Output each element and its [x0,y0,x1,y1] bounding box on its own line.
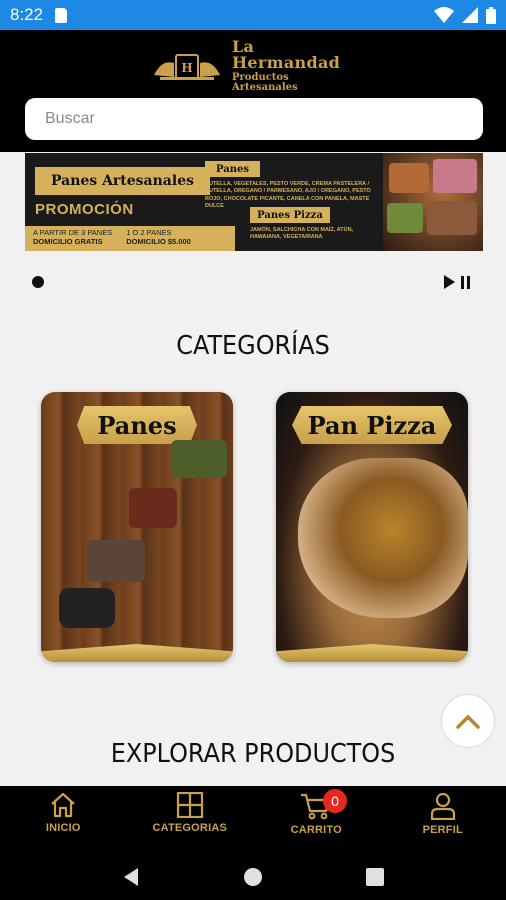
brand-title: La Hermandad [232,37,341,72]
brand-logo[interactable]: H La Hermandad Productos Artesanales [152,39,357,93]
banner-pizza-label: Panes Pizza [250,207,330,223]
pizza-photo [298,458,468,618]
carousel-controls [444,275,470,289]
banner-offers: A PARTIR DE 3 PANES DOMICILIO GRATIS 1 O… [25,226,235,251]
nav-label: CATEGORIAS [152,822,228,834]
status-bar: 8:22 [0,0,506,30]
bread-photo [129,488,177,528]
bread-photo [171,440,227,478]
cart-badge: 0 [323,789,347,813]
carousel-dot-active[interactable] [32,276,44,288]
chevron-up-icon [456,714,480,729]
nav-carrito[interactable]: 0 CARRITO [253,786,380,854]
wifi-icon [434,7,454,23]
category-card-panes[interactable]: Panes [41,392,233,662]
bottom-navigation: INICIO CATEGORIAS 0 CARRITO PERFIL [0,786,506,854]
system-navigation [0,854,506,900]
home-button-icon[interactable] [243,867,263,887]
nav-label: PERFIL [422,824,463,836]
bread-photo [59,588,115,628]
explore-title: EXPLORAR PRODUCTOS [110,739,396,769]
category-label: Panes [77,406,197,444]
status-icons [434,6,496,24]
signal-icon [462,7,478,23]
search-bar[interactable] [25,98,483,140]
promo-banner[interactable]: Panes Artesanales PROMOCIÓN A PARTIR DE … [25,153,483,251]
card-footer-ornament [276,644,468,662]
status-time: 8:22 [10,5,44,24]
nav-label: CARRITO [290,824,342,836]
svg-text:H: H [181,61,192,75]
recents-icon[interactable] [366,868,385,886]
bread-photo [87,540,145,582]
category-card-pan-pizza[interactable]: Pan Pizza [276,392,468,662]
nav-inicio[interactable]: INICIO [0,786,127,854]
banner-bread-photo [383,153,483,251]
battery-icon [486,6,496,24]
offer2-line2: DOMICILIO $5.000 [126,236,191,246]
offer1-line2: DOMICILIO GRATIS [33,236,103,246]
nav-categorias[interactable]: CATEGORIAS [127,786,254,854]
nav-label: INICIO [45,822,81,834]
category-label: Pan Pizza [292,406,452,444]
crest-icon: H [152,49,222,83]
pause-icon[interactable] [461,275,470,289]
sd-card-icon [55,7,68,23]
banner-pizza-list: JAMÓN, SALCHICHA CON MAÍZ, ATÚN, HAWAIAN… [250,227,354,241]
banner-panes-label: Panes [205,161,260,177]
back-icon[interactable] [122,867,140,887]
grid-icon [176,792,203,818]
banner-title: Panes Artesanales [35,167,210,195]
nav-perfil[interactable]: PERFIL [380,786,506,854]
categories-title: CATEGORÍAS [176,331,330,361]
brand-subtitle: Productos Artesanales [232,72,298,93]
person-icon [430,792,455,820]
home-icon [51,792,75,818]
card-footer-ornament [41,644,233,662]
banner-promo: PROMOCIÓN [35,201,134,218]
app-header: H La Hermandad Productos Artesanales [0,30,506,152]
search-input[interactable] [45,110,483,128]
play-icon[interactable] [444,275,455,289]
